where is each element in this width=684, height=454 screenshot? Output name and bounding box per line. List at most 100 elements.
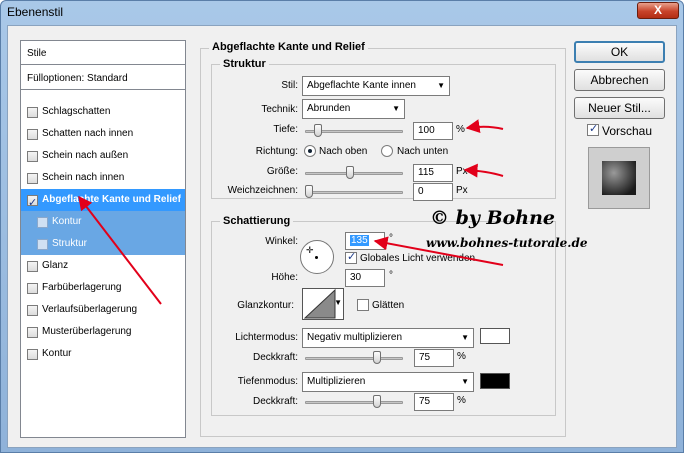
style-list-item[interactable]: Farbüberlagerung [21, 277, 185, 299]
style-list-label: Schein nach innen [42, 172, 125, 183]
highlight-mode-label: Lichtermodus: [235, 332, 298, 343]
angle-label: Winkel: [265, 236, 298, 247]
global-light-label[interactable]: Globales Licht verwenden [360, 253, 475, 264]
preview-thumbnail [588, 147, 650, 209]
dropdown-arrow-icon: ▼ [461, 377, 469, 386]
structure-title: Struktur [220, 58, 269, 70]
style-checkbox[interactable] [27, 172, 38, 184]
shadow-opacity-thumb[interactable] [372, 395, 381, 408]
style-checkbox[interactable] [27, 128, 38, 140]
dropdown-arrow-icon: ▼ [334, 298, 342, 307]
style-list-label: Abgeflachte Kante und Relief [42, 194, 181, 205]
style-list-label: Musterüberlagerung [42, 326, 132, 337]
highlight-opacity-unit: % [457, 351, 466, 362]
layer-style-dialog: Ebenenstil X Stile Fülloptionen: Standar… [0, 0, 684, 453]
shadow-opacity-unit: % [457, 395, 466, 406]
highlight-opacity-input[interactable]: 75 [414, 349, 454, 367]
new-style-button[interactable]: Neuer Stil... [574, 97, 665, 119]
style-list-item[interactable]: Abgeflachte Kante und Relief [21, 189, 185, 214]
watermark-author: © by Bohne [430, 207, 556, 229]
style-checkbox[interactable] [37, 238, 48, 250]
style-list-item[interactable]: Schein nach außen [21, 145, 185, 167]
ok-button[interactable]: OK [574, 41, 665, 63]
size-slider-thumb[interactable] [346, 166, 355, 179]
style-list-item[interactable]: Schein nach innen [21, 167, 185, 189]
shadow-mode-label: Tiefenmodus: [237, 376, 298, 387]
style-checkbox[interactable] [27, 326, 38, 338]
watermark-url: www.bohnes-tutorale.de [426, 236, 588, 250]
highlight-mode-value: Negativ multiplizieren [307, 332, 403, 343]
dropdown-arrow-icon: ▼ [437, 81, 445, 90]
style-list-item[interactable]: Kontur [21, 343, 185, 365]
angle-value: 135 [350, 235, 369, 246]
soften-slider-thumb[interactable] [305, 185, 313, 198]
shadow-color-swatch[interactable] [480, 373, 510, 389]
style-checkbox[interactable] [27, 106, 38, 118]
direction-down-label[interactable]: Nach unten [397, 146, 448, 157]
angle-input[interactable]: 135 [345, 232, 385, 250]
dropdown-arrow-icon: ▼ [461, 333, 469, 342]
title-bar[interactable]: Ebenenstil X [1, 1, 683, 23]
depth-input[interactable]: 100 [413, 122, 453, 140]
style-list-item[interactable]: Musterüberlagerung [21, 321, 185, 343]
depth-unit: % [456, 124, 465, 135]
size-input[interactable]: 115 [413, 164, 453, 182]
direction-down-radio[interactable] [381, 145, 393, 157]
blending-options-item[interactable]: Fülloptionen: Standard [21, 68, 185, 90]
style-select[interactable]: Abgeflachte Kante innen ▼ [302, 76, 450, 96]
technique-select[interactable]: Abrunden ▼ [302, 99, 405, 119]
style-list-label: Glanz [42, 260, 69, 271]
angle-unit: ° [389, 233, 393, 244]
cancel-button[interactable]: Abbrechen [574, 69, 665, 91]
highlight-color-swatch[interactable] [480, 328, 510, 344]
close-button[interactable]: X [637, 2, 679, 19]
size-label: Größe: [266, 166, 298, 177]
highlight-opacity-track[interactable] [305, 357, 403, 360]
style-list-label: Schein nach außen [42, 150, 129, 161]
global-light-checkbox[interactable] [345, 250, 357, 264]
direction-up-label[interactable]: Nach oben [319, 146, 367, 157]
styles-header[interactable]: Stile [21, 43, 185, 65]
style-list-item[interactable]: Kontur [21, 211, 185, 233]
shadow-opacity-track[interactable] [305, 401, 403, 404]
highlight-mode-select[interactable]: Negativ multiplizieren ▼ [302, 328, 474, 348]
preview-label[interactable]: Vorschau [602, 124, 652, 138]
size-unit: Px [456, 166, 468, 177]
style-checkbox[interactable] [37, 216, 48, 228]
technique-select-value: Abrunden [307, 103, 351, 114]
style-checkbox[interactable] [27, 192, 38, 214]
style-checkbox[interactable] [27, 260, 38, 272]
style-list-item[interactable]: Glanz [21, 255, 185, 277]
preview-checkbox[interactable] [587, 122, 599, 136]
altitude-input[interactable]: 30 [345, 269, 385, 287]
direction-label: Richtung: [255, 146, 298, 157]
soften-slider-track[interactable] [305, 191, 403, 194]
style-list-item[interactable]: Verlaufsüberlagerung [21, 299, 185, 321]
soften-input[interactable]: 0 [413, 183, 453, 201]
style-list-label: Farbüberlagerung [42, 282, 122, 293]
shadow-mode-select[interactable]: Multiplizieren ▼ [302, 372, 474, 392]
style-list-item[interactable]: Schatten nach innen [21, 123, 185, 145]
antialias-label[interactable]: Glätten [372, 300, 404, 311]
preview-swatch [602, 161, 636, 195]
dial-center-dot [315, 256, 318, 259]
style-checkbox[interactable] [27, 304, 38, 316]
style-list-item[interactable]: Schlagschatten [21, 101, 185, 123]
depth-slider-thumb[interactable] [314, 124, 322, 137]
antialias-checkbox[interactable] [357, 299, 369, 311]
gloss-contour-picker[interactable]: ▼ [302, 288, 344, 320]
altitude-label: Höhe: [271, 272, 298, 283]
technique-label: Technik: [261, 104, 298, 115]
bevel-emboss-title: Abgeflachte Kante und Relief [209, 41, 368, 53]
highlight-opacity-label: Deckkraft: [252, 352, 298, 363]
style-list-item[interactable]: Struktur [21, 233, 185, 255]
shadow-opacity-input[interactable]: 75 [414, 393, 454, 411]
shadow-mode-value: Multiplizieren [307, 376, 366, 387]
highlight-opacity-thumb[interactable] [372, 351, 381, 364]
style-label: Stil: [281, 80, 298, 91]
style-checkbox[interactable] [27, 282, 38, 294]
style-checkbox[interactable] [27, 348, 38, 360]
style-checkbox[interactable] [27, 150, 38, 162]
direction-up-radio[interactable] [304, 145, 316, 157]
angle-dial[interactable]: ✛ [300, 240, 334, 274]
